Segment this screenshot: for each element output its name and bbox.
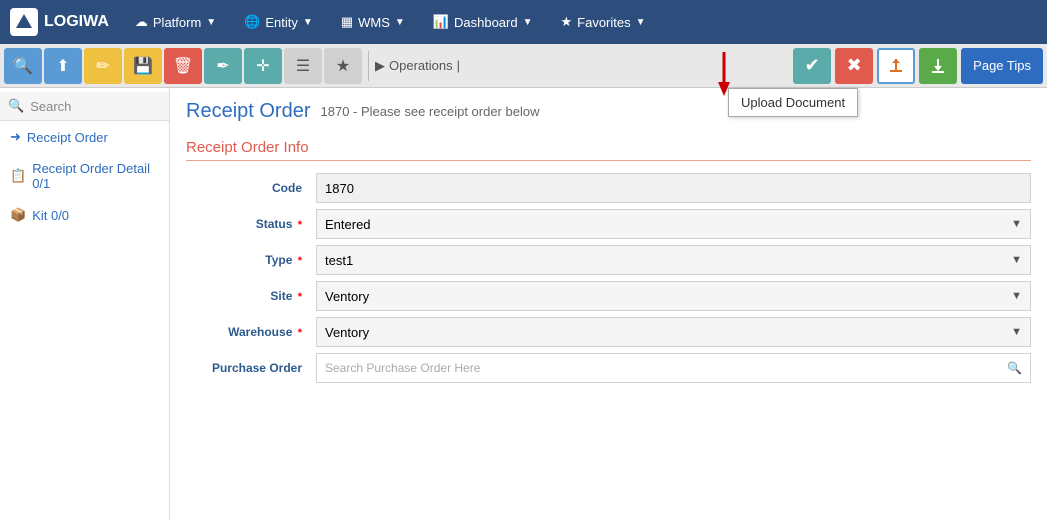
label-purchase-order: Purchase Order bbox=[186, 361, 316, 375]
edit-button[interactable]: ✏ bbox=[84, 48, 122, 84]
tooltip-arrow bbox=[714, 52, 734, 99]
field-warehouse[interactable]: Ventory ▼ bbox=[316, 317, 1031, 347]
cloud-icon: ☁ bbox=[135, 14, 148, 30]
pen-button[interactable]: ✒ bbox=[204, 48, 242, 84]
field-status[interactable]: Entered ▼ bbox=[316, 209, 1031, 239]
page-title-row: Receipt Order 1870 - Please see receipt … bbox=[186, 100, 1031, 123]
label-site: Site * bbox=[186, 289, 316, 303]
receipt-order-icon: ➜ bbox=[10, 129, 21, 145]
section-header: Receipt Order Info bbox=[186, 139, 1031, 161]
confirm-button[interactable]: ✔ bbox=[793, 48, 831, 84]
form-row-type: Type * test1 ▼ bbox=[186, 245, 1031, 275]
upload-document-button[interactable] bbox=[877, 48, 915, 84]
chevron-down-icon: ▼ bbox=[395, 17, 405, 28]
label-code: Code bbox=[186, 181, 316, 195]
chevron-down-icon: ▼ bbox=[1011, 290, 1022, 302]
nav-wms[interactable]: ▦ WMS ▼ bbox=[329, 8, 417, 36]
delete-button[interactable]: 🗑 bbox=[164, 48, 202, 84]
field-purchase-order[interactable]: Search Purchase Order Here 🔍 bbox=[316, 353, 1031, 383]
move-button[interactable]: ✛ bbox=[244, 48, 282, 84]
chevron-down-icon: ▼ bbox=[1011, 218, 1022, 230]
form: Code 1870 Status * Entered ▼ Type bbox=[186, 173, 1031, 383]
form-row-status: Status * Entered ▼ bbox=[186, 209, 1031, 239]
sidebar-item-receipt-order-detail[interactable]: 📋 Receipt Order Detail 0/1 bbox=[0, 153, 169, 199]
nav-dashboard[interactable]: 📊 Dashboard ▼ bbox=[421, 8, 545, 36]
list-button[interactable]: ☰ bbox=[284, 48, 322, 84]
toolbar: 🔍 ⬆ ✏ 💾 🗑 ✒ ✛ ☰ ★ ▶ Operations | ✔ ✖ Pag… bbox=[0, 44, 1047, 88]
layout: 🔍 Search ➜ Receipt Order 📋 Receipt Order… bbox=[0, 88, 1047, 520]
main-content: Receipt Order 1870 - Please see receipt … bbox=[170, 88, 1047, 520]
field-type[interactable]: test1 ▼ bbox=[316, 245, 1031, 275]
save-button[interactable]: 💾 bbox=[124, 48, 162, 84]
label-warehouse: Warehouse * bbox=[186, 325, 316, 339]
bar-chart-icon: 📊 bbox=[433, 14, 449, 30]
logo-icon bbox=[10, 8, 38, 36]
search-button[interactable]: 🔍 bbox=[4, 48, 42, 84]
star-icon: ★ bbox=[561, 14, 573, 30]
upload-button[interactable]: ⬆ bbox=[44, 48, 82, 84]
favorites-button[interactable]: ★ bbox=[324, 48, 362, 84]
page-tips-button[interactable]: Page Tips bbox=[961, 48, 1043, 84]
required-indicator: * bbox=[298, 255, 302, 267]
required-indicator: * bbox=[298, 327, 302, 339]
grid-icon: ▦ bbox=[341, 14, 353, 30]
form-row-site: Site * Ventory ▼ bbox=[186, 281, 1031, 311]
logo[interactable]: LOGIWA bbox=[10, 8, 109, 36]
field-code: 1870 bbox=[316, 173, 1031, 203]
nav-platform[interactable]: ☁ Platform ▼ bbox=[123, 8, 228, 36]
arrow-right-icon: ▶ bbox=[375, 58, 385, 74]
label-status: Status * bbox=[186, 217, 316, 231]
chevron-down-icon: ▼ bbox=[636, 17, 646, 28]
chevron-down-icon: ▼ bbox=[206, 17, 216, 28]
nav-entity[interactable]: 🌐 Entity ▼ bbox=[232, 8, 325, 36]
label-type: Type * bbox=[186, 253, 316, 267]
sidebar-item-receipt-order[interactable]: ➜ Receipt Order bbox=[0, 121, 169, 153]
page-title: Receipt Order bbox=[186, 100, 311, 123]
separator bbox=[368, 51, 369, 81]
top-nav: LOGIWA ☁ Platform ▼ 🌐 Entity ▼ ▦ WMS ▼ 📊… bbox=[0, 0, 1047, 44]
chevron-down-icon: ▼ bbox=[1011, 326, 1022, 338]
receipt-order-detail-icon: 📋 bbox=[10, 168, 26, 184]
cancel-button[interactable]: ✖ bbox=[835, 48, 873, 84]
form-row-warehouse: Warehouse * Ventory ▼ bbox=[186, 317, 1031, 347]
form-row-purchase-order: Purchase Order Search Purchase Order Her… bbox=[186, 353, 1031, 383]
search-icon: 🔍 bbox=[8, 98, 24, 114]
sidebar: 🔍 Search ➜ Receipt Order 📋 Receipt Order… bbox=[0, 88, 170, 520]
chevron-down-icon: ▼ bbox=[1011, 254, 1022, 266]
nav-favorites[interactable]: ★ Favorites ▼ bbox=[549, 8, 658, 36]
field-site[interactable]: Ventory ▼ bbox=[316, 281, 1031, 311]
globe-icon: 🌐 bbox=[244, 14, 260, 30]
chevron-down-icon: ▼ bbox=[523, 17, 533, 28]
form-row-code: Code 1870 bbox=[186, 173, 1031, 203]
sidebar-search[interactable]: 🔍 Search bbox=[0, 92, 169, 121]
download-button[interactable] bbox=[919, 48, 957, 84]
kit-icon: 📦 bbox=[10, 207, 26, 223]
tooltip-upload-document: Upload Document bbox=[728, 88, 858, 117]
chevron-down-icon: ▼ bbox=[303, 17, 313, 28]
required-indicator: * bbox=[298, 291, 302, 303]
toolbar-actions: ✔ ✖ Page Tips bbox=[793, 48, 1043, 84]
required-indicator: * bbox=[298, 219, 302, 231]
sidebar-item-kit[interactable]: 📦 Kit 0/0 bbox=[0, 199, 169, 231]
search-icon: 🔍 bbox=[1007, 361, 1022, 375]
page-subtitle: 1870 - Please see receipt order below bbox=[321, 104, 540, 119]
